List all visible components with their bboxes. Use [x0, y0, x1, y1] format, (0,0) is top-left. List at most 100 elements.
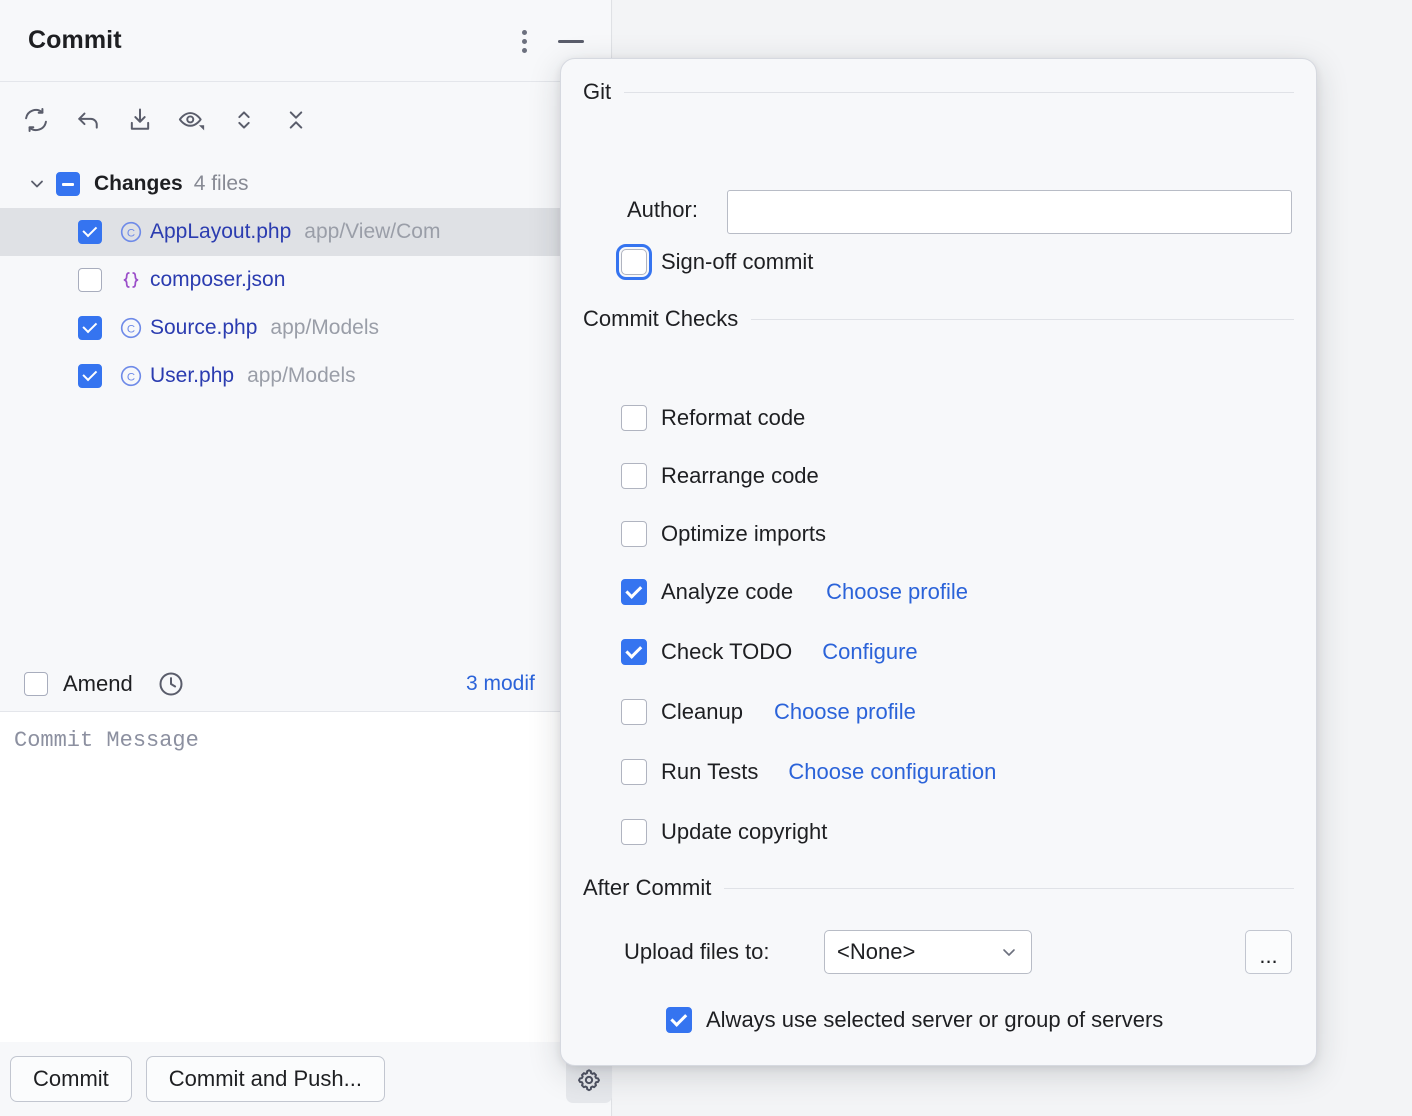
group-label: Changes	[94, 172, 183, 195]
cleanup-label: Cleanup	[661, 699, 743, 724]
divider	[624, 91, 1294, 93]
file-name: AppLayout.php	[150, 220, 292, 243]
file-path: app/View/Com	[304, 220, 441, 243]
check-todo-configure-link[interactable]: Configure	[822, 639, 917, 665]
signoff-commit-checkbox[interactable]	[616, 244, 652, 280]
signoff-commit-row[interactable]: Sign-off commit	[616, 244, 814, 280]
refresh-changes-icon[interactable]	[18, 102, 54, 138]
run-tests-label: Run Tests	[661, 759, 759, 784]
file-name: User.php	[150, 364, 235, 387]
commit-message-area[interactable]: Commit Message	[0, 712, 612, 1042]
file-checkbox[interactable]	[78, 220, 102, 244]
run-tests-checkbox[interactable]	[621, 759, 647, 785]
chevron-down-icon	[999, 942, 1019, 962]
file-checkbox[interactable]	[78, 268, 102, 292]
analyze-code-checkbox[interactable]	[621, 579, 647, 605]
optimize-imports-label: Optimize imports	[661, 521, 827, 546]
update-copyright-label: Update copyright	[661, 819, 828, 844]
section-title-git: Git	[583, 79, 612, 104]
php-class-icon: C	[116, 219, 146, 245]
preview-diff-icon[interactable]	[174, 102, 210, 138]
minimize-icon[interactable]	[555, 26, 587, 56]
reformat-code-checkbox[interactable]	[621, 405, 647, 431]
check-row-update-copyright[interactable]: Update copyright	[621, 819, 827, 845]
browse-servers-button[interactable]: ...	[1245, 930, 1292, 974]
checkout-icon[interactable]	[122, 102, 158, 138]
author-label: Author:	[627, 197, 698, 222]
check-row-check-todo[interactable]: Check TODO Configure	[621, 639, 918, 665]
changes-tree: Changes 4 files C AppLayout.php app/View…	[0, 160, 612, 656]
page-title: Commit	[28, 26, 122, 54]
check-row-rearrange-code[interactable]: Rearrange code	[621, 463, 819, 489]
amend-checkbox[interactable]	[24, 671, 48, 696]
section-header-after-commit: After Commit	[583, 875, 1294, 901]
group-file-count: 4 files	[193, 172, 249, 195]
commit-message-placeholder: Commit Message	[14, 728, 199, 753]
expand-collapse-icon[interactable]	[226, 102, 262, 138]
php-class-icon: C	[116, 315, 146, 341]
file-checkbox[interactable]	[78, 364, 102, 388]
file-checkbox[interactable]	[78, 316, 102, 340]
check-todo-label: Check TODO	[661, 639, 793, 664]
changes-toolbar	[0, 82, 612, 158]
reformat-code-label: Reformat code	[661, 405, 806, 430]
analyze-code-label: Analyze code	[661, 579, 794, 604]
check-row-analyze-code[interactable]: Analyze code Choose profile	[621, 579, 968, 605]
svg-text:C: C	[127, 228, 135, 240]
signoff-commit-label: Sign-off commit	[661, 249, 814, 274]
check-row-optimize-imports[interactable]: Optimize imports	[621, 521, 826, 547]
check-row-cleanup[interactable]: Cleanup Choose profile	[621, 699, 916, 725]
section-header-commit-checks: Commit Checks	[583, 306, 1294, 332]
commit-and-push-button[interactable]: Commit and Push...	[145, 1056, 385, 1102]
chevron-down-icon[interactable]	[26, 173, 48, 195]
run-tests-choose-configuration-link[interactable]: Choose configuration	[788, 759, 996, 785]
rearrange-code-checkbox[interactable]	[621, 463, 647, 489]
check-row-reformat-code[interactable]: Reformat code	[621, 405, 805, 431]
cleanup-choose-profile-link[interactable]: Choose profile	[774, 699, 916, 725]
section-header-git: Git	[583, 79, 1294, 105]
optimize-imports-checkbox[interactable]	[621, 521, 647, 547]
tree-group-changes[interactable]: Changes 4 files	[0, 160, 612, 208]
upload-files-to-label: Upload files to:	[624, 939, 770, 964]
commit-tool-window: Commit Changes 4 files C AppLayout.php a…	[0, 0, 612, 1116]
more-vertical-icon[interactable]	[509, 26, 539, 56]
json-file-icon	[116, 267, 146, 293]
modified-files-link[interactable]: 3 modif	[466, 672, 535, 696]
file-path: app/Models	[247, 364, 356, 387]
rollback-icon[interactable]	[70, 102, 106, 138]
commit-button[interactable]: Commit	[10, 1056, 132, 1102]
php-class-icon: C	[116, 363, 146, 389]
table-row[interactable]: C Source.php app/Models	[0, 304, 612, 352]
amend-bar: Amend 3 modif	[0, 656, 612, 712]
divider	[751, 318, 1294, 320]
table-row[interactable]: C AppLayout.php app/View/Com	[0, 208, 612, 256]
screen-root: Commit Changes 4 files C AppLayout.php a…	[0, 0, 1412, 1116]
divider	[724, 887, 1294, 889]
check-todo-checkbox[interactable]	[621, 639, 647, 665]
file-path: app/Models	[270, 316, 379, 339]
amend-label: Amend	[63, 670, 133, 696]
always-use-server-label: Always use selected server or group of s…	[706, 1007, 1164, 1032]
file-name: Source.php	[150, 316, 258, 339]
update-copyright-checkbox[interactable]	[621, 819, 647, 845]
upload-server-value: <None>	[837, 939, 916, 964]
always-use-server-checkbox[interactable]	[666, 1007, 692, 1033]
file-name: composer.json	[150, 268, 286, 291]
svg-text:C: C	[127, 324, 135, 336]
table-row[interactable]: composer.json	[0, 256, 612, 304]
section-title-after-commit: After Commit	[583, 875, 712, 900]
collapse-all-icon[interactable]	[278, 102, 314, 138]
rearrange-code-label: Rearrange code	[661, 463, 819, 488]
upload-server-select[interactable]: <None>	[824, 930, 1032, 974]
section-title-commit-checks: Commit Checks	[583, 306, 739, 331]
clock-history-icon[interactable]	[156, 669, 186, 699]
commit-titlebar: Commit	[0, 0, 611, 82]
always-use-server-row[interactable]: Always use selected server or group of s…	[666, 1007, 1163, 1033]
cleanup-checkbox[interactable]	[621, 699, 647, 725]
check-row-run-tests[interactable]: Run Tests Choose configuration	[621, 759, 996, 785]
table-row[interactable]: C User.php app/Models	[0, 352, 612, 400]
analyze-code-choose-profile-link[interactable]: Choose profile	[826, 579, 968, 605]
group-checkbox[interactable]	[56, 172, 80, 196]
author-input[interactable]	[727, 190, 1292, 234]
commit-settings-popup: Git Author: Sign-off commit Commit Check…	[560, 58, 1317, 1066]
